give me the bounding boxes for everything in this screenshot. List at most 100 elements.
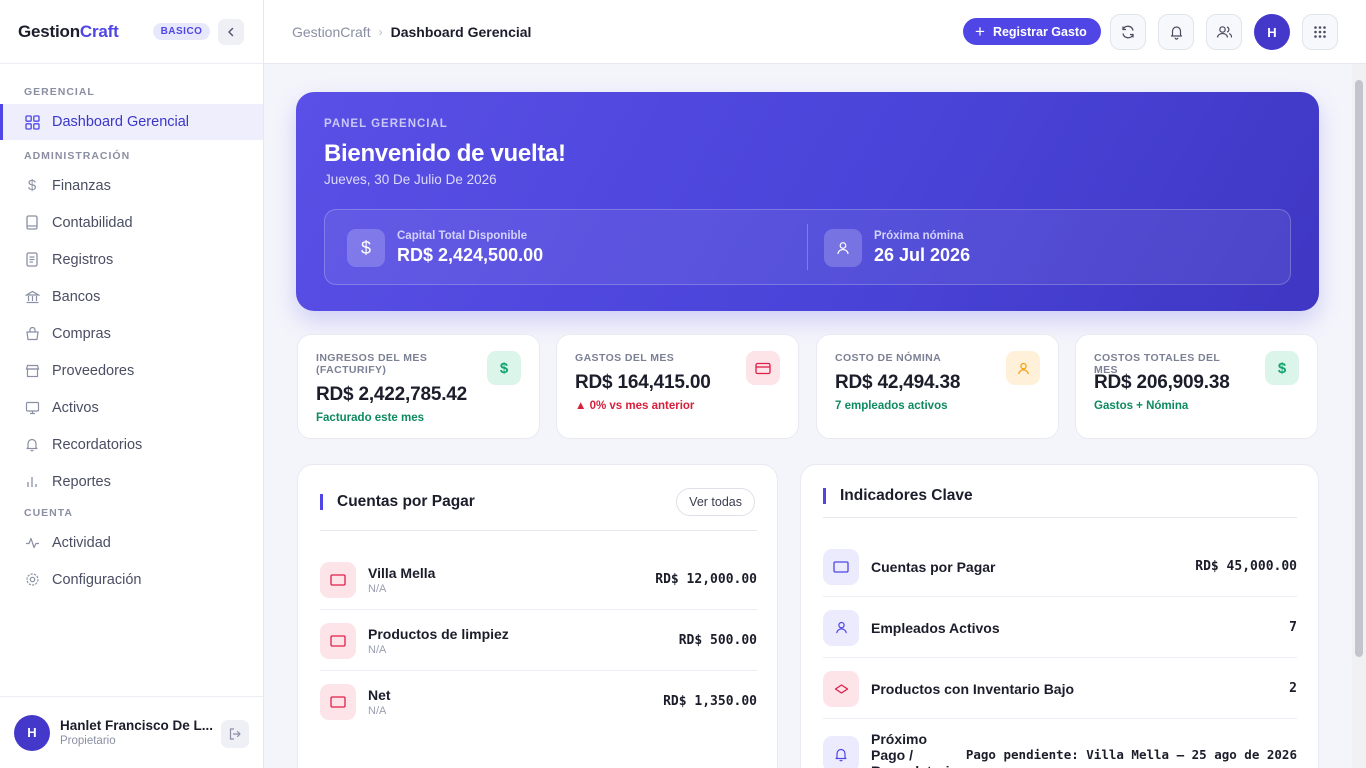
welcome-banner: PANEL GERENCIAL Bienvenido de vuelta! Ju… [296,92,1319,311]
sidebar-item-bancos[interactable]: Bancos [0,278,263,315]
sidebar-item-dashboard[interactable]: Dashboard Gerencial [0,104,263,140]
nav-section-gerencial: GERENCIAL [24,86,95,98]
indicator-row[interactable]: Productos con Inventario Bajo 2 [823,658,1297,719]
indicator-name: Productos con Inventario Bajo [871,680,1075,697]
app-logo[interactable]: GestionCraft [18,22,119,42]
divider [320,530,757,531]
card-icon [320,561,356,598]
stat-divider [807,224,808,270]
sidebar-item-compras[interactable]: Compras [0,315,263,352]
breadcrumb-root[interactable]: GestionCraft [292,24,371,40]
user-role: Propietario [60,735,116,747]
key-indicators-card: Indicadores Clave Cuentas por Pagar RD$ … [800,464,1319,768]
plan-badge: BASICO [152,23,211,40]
indicator-value: 7 [1289,620,1297,635]
register-expense-label: Registrar Gasto [992,24,1087,39]
plus-icon: + [975,21,985,41]
gear-icon [24,572,40,588]
indicator-row[interactable]: Empleados Activos 7 [823,597,1297,658]
sidebar-item-recordatorios[interactable]: Recordatorios [0,426,263,463]
kpi-card-gastos[interactable]: GASTOS DEL MES RD$ 164,415.00 ▲ 0% vs me… [556,334,799,439]
kpi-card-ingresos[interactable]: INGRESOS DEL MES (FACTURIFY) RD$ 2,422,7… [297,334,540,439]
sidebar-item-label: Recordatorios [52,436,143,453]
kpi-label: INGRESOS DEL MES (FACTURIFY) [316,352,428,376]
user-icon [1006,351,1040,385]
nav-section-administracion: ADMINISTRACIÓN [24,150,131,162]
collapse-sidebar-button[interactable] [218,19,244,45]
breadcrumb-current: Dashboard Gerencial [390,24,532,40]
dollar-icon: $ [487,351,521,385]
avatar[interactable]: H [1254,14,1290,50]
activity-icon [24,535,40,551]
payable-sub: N/A [368,643,387,656]
sidebar: GestionCraft BASICO GERENCIAL Dashboard … [0,0,264,768]
payroll-value: 26 Jul 2026 [874,245,971,265]
main-content: PANEL GERENCIAL Bienvenido de vuelta! Ju… [264,64,1352,768]
notifications-button[interactable] [1158,14,1194,50]
sidebar-item-reportes[interactable]: Reportes [0,463,263,500]
logout-icon [229,728,241,740]
payable-row[interactable]: Villa Mella N/A RD$ 12,000.00 [320,549,757,610]
kpi-subtext: ▲ 0% vs mes anterior [575,400,695,412]
register-expense-button[interactable]: + Registrar Gasto [963,18,1101,45]
payroll-label: Próxima nómina [874,230,964,242]
kpi-card-costos-totales[interactable]: COSTOS TOTALES DEL MES RD$ 206,909.38 Ga… [1075,334,1318,439]
users-button[interactable] [1206,14,1242,50]
monitor-icon [24,400,40,416]
kpi-subtext: Facturado este mes [316,412,425,424]
payable-name: Productos de limpiez [368,625,509,642]
kpi-card-nomina[interactable]: COSTO DE NÓMINA RD$ 42,494.38 7 empleado… [816,334,1059,439]
refresh-button[interactable] [1110,14,1146,50]
sidebar-item-registros[interactable]: Registros [0,241,263,278]
refresh-icon [1122,25,1134,39]
nav-section-cuenta: CUENTA [24,507,73,519]
sidebar-item-configuracion[interactable]: Configuración [0,561,263,598]
dollar-icon: $ [27,177,37,194]
sidebar-item-label: Compras [52,325,111,342]
logout-button[interactable] [221,720,249,748]
payable-sub: N/A [368,704,387,717]
user-icon [823,609,859,646]
sidebar-item-contabilidad[interactable]: Contabilidad [0,204,263,241]
indicator-value: RD$ 45,000.00 [1195,559,1297,574]
sidebar-item-finanzas[interactable]: $ Finanzas [0,167,263,204]
sidebar-item-label: Activos [52,399,99,416]
bar-chart-icon [24,474,40,490]
sidebar-item-label: Reportes [52,473,111,490]
indicator-row[interactable]: Próximo Pago / Recordatorio Pago pendien… [823,719,1297,768]
store-icon [24,363,40,379]
sidebar-item-label: Dashboard Gerencial [52,114,190,130]
scrollbar[interactable] [1352,64,1366,768]
banner-stats: $ Capital Total Disponible RD$ 2,424,500… [324,209,1291,285]
scrollbar-thumb[interactable] [1355,80,1363,657]
grid-icon [24,114,40,130]
kpi-value: RD$ 206,909.38 [1094,372,1230,393]
kpi-subtext: Gastos + Nómina [1094,400,1189,412]
user-name: Hanlet Francisco De L... [60,718,214,733]
sidebar-item-label: Bancos [52,288,101,305]
payable-name: Villa Mella [368,564,436,581]
kpi-label: COSTO DE NÓMINA [835,352,942,364]
sidebar-item-label: Registros [52,251,114,268]
card-icon [320,683,356,720]
sidebar-item-actividad[interactable]: Actividad [0,524,263,561]
tag-icon [823,670,859,707]
payable-row[interactable]: Net N/A RD$ 1,350.00 [320,671,757,732]
apps-button[interactable] [1302,14,1338,50]
sidebar-item-proveedores[interactable]: Proveedores [0,352,263,389]
indicator-value: 2 [1289,681,1297,696]
indicator-row[interactable]: Cuentas por Pagar RD$ 45,000.00 [823,536,1297,597]
capital-stat: $ Capital Total Disponible RD$ 2,424,500… [347,210,543,286]
payable-amount: RD$ 12,000.00 [655,572,757,587]
avatar: H [14,714,50,751]
kpi-value: RD$ 164,415.00 [575,372,711,393]
kpi-subtext: 7 empleados activos [835,400,948,412]
bank-icon [24,289,40,305]
apps-grid-icon [1314,26,1326,38]
payable-amount: RD$ 1,350.00 [663,694,757,709]
user-profile[interactable]: H Hanlet Francisco De L... Propietario [0,696,263,768]
view-all-button[interactable]: Ver todas [676,488,755,516]
sidebar-item-activos[interactable]: Activos [0,389,263,426]
payable-row[interactable]: Productos de limpiez N/A RD$ 500.00 [320,610,757,671]
payables-card: Cuentas por Pagar Ver todas Villa Mella … [297,464,778,768]
